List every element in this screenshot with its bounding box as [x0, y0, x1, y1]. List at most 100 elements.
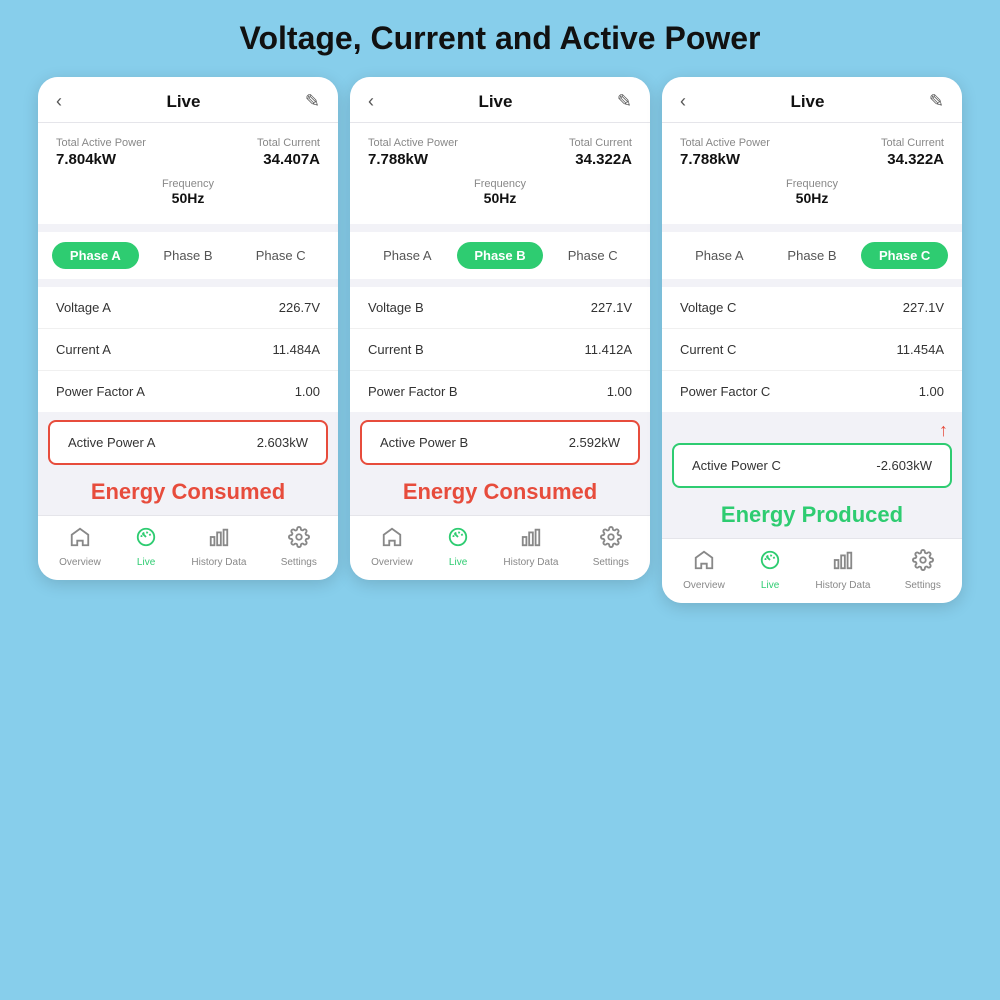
- data-rows: Voltage B 227.1V Current B 11.412A Power…: [350, 287, 650, 412]
- total-active-power: Total Active Power 7.804kW: [56, 137, 146, 168]
- nav-item-live[interactable]: Live: [135, 526, 157, 568]
- frequency-label: Frequency: [680, 178, 944, 190]
- nav-label: Overview: [683, 580, 725, 591]
- phase-tab-phasea[interactable]: Phase A: [52, 242, 139, 269]
- edit-button[interactable]: ✎: [305, 91, 320, 112]
- gauge-icon: [759, 549, 781, 577]
- frequency-row: Frequency 50Hz: [680, 178, 944, 206]
- data-row: Voltage A 226.7V: [38, 287, 338, 329]
- nav-item-overview[interactable]: Overview: [683, 549, 725, 591]
- stats-row: Total Active Power 7.788kW Total Current…: [680, 137, 944, 168]
- phase-tab-phasea[interactable]: Phase A: [676, 242, 763, 269]
- edit-button[interactable]: ✎: [929, 91, 944, 112]
- chart-icon: [208, 526, 230, 554]
- active-power-label: Active Power C: [692, 458, 781, 473]
- home-icon: [381, 526, 403, 554]
- data-row-label: Voltage B: [368, 300, 424, 315]
- nav-label: Overview: [371, 557, 413, 568]
- nav-item-live[interactable]: Live: [447, 526, 469, 568]
- chart-icon: [520, 526, 542, 554]
- total-active-power: Total Active Power 7.788kW: [680, 137, 770, 168]
- data-row-label: Power Factor C: [680, 384, 770, 399]
- gear-icon: [912, 549, 934, 577]
- stats-row: Total Active Power 7.788kW Total Current…: [368, 137, 632, 168]
- gauge-icon: [135, 526, 157, 554]
- nav-item-history-data[interactable]: History Data: [503, 526, 558, 568]
- nav-item-overview[interactable]: Overview: [59, 526, 101, 568]
- nav-item-history-data[interactable]: History Data: [191, 526, 246, 568]
- energy-label: Energy Produced: [662, 496, 962, 538]
- total-current: Total Current 34.322A: [569, 137, 632, 168]
- phone-2: ‹ Live ✎ Total Active Power 7.788kW Tota…: [350, 77, 650, 580]
- back-button[interactable]: ‹: [368, 91, 374, 112]
- arrow-up: ↑: [662, 420, 962, 441]
- active-power-row: Active Power A 2.603kW: [48, 420, 328, 465]
- nav-item-history-data[interactable]: History Data: [815, 549, 870, 591]
- stats-row: Total Active Power 7.804kW Total Current…: [56, 137, 320, 168]
- frequency-label: Frequency: [56, 178, 320, 190]
- gear-icon: [600, 526, 622, 554]
- data-row: Current A 11.484A: [38, 329, 338, 371]
- stats-section: Total Active Power 7.788kW Total Current…: [662, 123, 962, 224]
- nav-item-live[interactable]: Live: [759, 549, 781, 591]
- back-button[interactable]: ‹: [56, 91, 62, 112]
- phase-tab-phasec[interactable]: Phase C: [861, 242, 948, 269]
- frequency-row: Frequency 50Hz: [56, 178, 320, 206]
- total-active-power-label: Total Active Power: [56, 137, 146, 149]
- phase-tab-phaseb[interactable]: Phase B: [457, 242, 544, 269]
- nav-label: Live: [761, 580, 779, 591]
- edit-button[interactable]: ✎: [617, 91, 632, 112]
- nav-item-settings[interactable]: Settings: [593, 526, 629, 568]
- nav-item-overview[interactable]: Overview: [371, 526, 413, 568]
- total-current: Total Current 34.407A: [257, 137, 320, 168]
- phase-tab-phaseb[interactable]: Phase B: [769, 242, 856, 269]
- stats-section: Total Active Power 7.788kW Total Current…: [350, 123, 650, 224]
- page-title: Voltage, Current and Active Power: [240, 20, 761, 57]
- data-row-value: 11.412A: [585, 342, 632, 357]
- total-current-value: 34.322A: [881, 151, 944, 168]
- data-row: Current C 11.454A: [662, 329, 962, 371]
- live-title: Live: [166, 92, 200, 112]
- phone-1: ‹ Live ✎ Total Active Power 7.804kW Tota…: [38, 77, 338, 580]
- frequency-label: Frequency: [368, 178, 632, 190]
- nav-item-settings[interactable]: Settings: [281, 526, 317, 568]
- data-row-value: 1.00: [295, 384, 320, 399]
- data-rows: Voltage C 227.1V Current C 11.454A Power…: [662, 287, 962, 412]
- data-row: Current B 11.412A: [350, 329, 650, 371]
- phase-tab-phasec[interactable]: Phase C: [237, 242, 324, 269]
- active-power-row: Active Power B 2.592kW: [360, 420, 640, 465]
- nav-label: Settings: [281, 557, 317, 568]
- phase-tabs: Phase APhase BPhase C: [38, 232, 338, 279]
- phase-tab-phasec[interactable]: Phase C: [549, 242, 636, 269]
- live-title: Live: [790, 92, 824, 112]
- phone-3: ‹ Live ✎ Total Active Power 7.788kW Tota…: [662, 77, 962, 603]
- phone-header: ‹ Live ✎: [38, 77, 338, 123]
- active-power-value: -2.603kW: [876, 458, 932, 473]
- bottom-nav: Overview Live History Data Settings: [350, 515, 650, 580]
- frequency-value: 50Hz: [56, 190, 320, 206]
- phone-header: ‹ Live ✎: [350, 77, 650, 123]
- total-active-power-value: 7.788kW: [680, 151, 770, 168]
- data-row-label: Current A: [56, 342, 111, 357]
- data-row-value: 11.454A: [897, 342, 944, 357]
- back-button[interactable]: ‹: [680, 91, 686, 112]
- bottom-nav: Overview Live History Data Settings: [662, 538, 962, 603]
- data-row-label: Power Factor B: [368, 384, 458, 399]
- energy-label: Energy Consumed: [38, 473, 338, 515]
- nav-label: Settings: [593, 557, 629, 568]
- phase-tab-phasea[interactable]: Phase A: [364, 242, 451, 269]
- nav-label: History Data: [191, 557, 246, 568]
- phase-tab-phaseb[interactable]: Phase B: [145, 242, 232, 269]
- data-row-value: 1.00: [919, 384, 944, 399]
- total-current-value: 34.407A: [257, 151, 320, 168]
- total-active-power-label: Total Active Power: [680, 137, 770, 149]
- active-power-label: Active Power A: [68, 435, 155, 450]
- data-row: Voltage B 227.1V: [350, 287, 650, 329]
- nav-item-settings[interactable]: Settings: [905, 549, 941, 591]
- frequency-value: 50Hz: [680, 190, 944, 206]
- nav-label: Settings: [905, 580, 941, 591]
- total-current-label: Total Current: [569, 137, 632, 149]
- data-row-label: Power Factor A: [56, 384, 145, 399]
- home-icon: [69, 526, 91, 554]
- total-current-label: Total Current: [257, 137, 320, 149]
